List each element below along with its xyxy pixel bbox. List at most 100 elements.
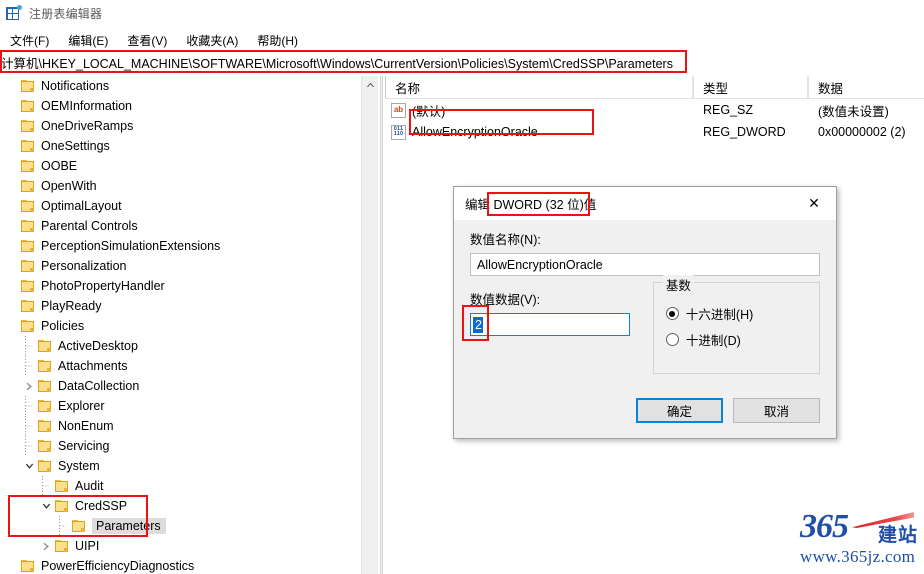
tree-item-powerefficiencydiagnostics[interactable]: PowerEfficiencyDiagnostics — [0, 556, 361, 574]
tree-indent-guide — [21, 336, 37, 356]
radio-unselected-icon — [665, 333, 679, 346]
chevron-right-icon[interactable] — [38, 536, 54, 556]
folder-icon — [20, 239, 36, 254]
tree-item-label: Parameters — [92, 518, 166, 534]
tree-item-policies[interactable]: Policies — [0, 316, 361, 336]
tree-item-servicing[interactable]: Servicing — [0, 436, 361, 456]
value-type-cell: REG_SZ — [703, 103, 754, 117]
table-row[interactable]: ab (默认) REG_SZ (数值未设置) — [385, 99, 924, 121]
tree-item-oobe[interactable]: OOBE — [0, 156, 361, 176]
folder-icon — [37, 379, 53, 394]
tree-item-label: UIPI — [75, 539, 100, 553]
tree-item-attachments[interactable]: Attachments — [0, 356, 361, 376]
folder-icon — [37, 359, 53, 374]
tree-item-parental-controls[interactable]: Parental Controls — [0, 216, 361, 236]
value-name-input[interactable]: AllowEncryptionOracle — [470, 253, 820, 276]
registry-editor-window: 注册表编辑器 文件(F) 编辑(E) 查看(V) 收藏夹(A) 帮助(H) 计算… — [0, 0, 924, 574]
value-name-label: 数值名称(N): — [470, 233, 541, 247]
tree-item-label: PowerEfficiencyDiagnostics — [41, 559, 195, 573]
value-data-cell: 0x00000002 (2) — [818, 125, 906, 139]
tree-item-playready[interactable]: PlayReady — [0, 296, 361, 316]
tree-indent-guide — [21, 436, 37, 456]
radio-hexadecimal[interactable]: 十六进制(H) — [665, 304, 809, 323]
base-group-label: 基数 — [662, 275, 694, 294]
column-header-name[interactable]: 名称 — [385, 76, 693, 98]
tree-item-label: NonEnum — [58, 419, 114, 433]
chevron-down-icon[interactable] — [38, 496, 54, 516]
tree-item-label: Audit — [75, 479, 104, 493]
folder-icon — [37, 419, 53, 434]
column-header-type[interactable]: 类型 — [693, 76, 808, 98]
folder-icon — [20, 219, 36, 234]
folder-icon — [37, 459, 53, 474]
tree-item-uipi[interactable]: UIPI — [0, 536, 361, 556]
folder-icon — [71, 519, 87, 534]
chevron-down-icon[interactable] — [21, 456, 37, 476]
tree-item-oeminformation[interactable]: OEMInformation — [0, 96, 361, 116]
tree-item-personalization[interactable]: Personalization — [0, 256, 361, 276]
tree-item-label: PlayReady — [41, 299, 102, 313]
tree-item-perceptionsimulationextensions[interactable]: PerceptionSimulationExtensions — [0, 236, 361, 256]
menu-help[interactable]: 帮助(H) — [248, 30, 307, 51]
address-bar[interactable]: 计算机\HKEY_LOCAL_MACHINE\SOFTWARE\Microsof… — [0, 52, 924, 72]
menu-edit[interactable]: 编辑(E) — [59, 30, 117, 51]
tree-indent-guide — [21, 416, 37, 436]
folder-icon — [37, 339, 53, 354]
radio-hexadecimal-label: 十六进制(H) — [685, 308, 754, 322]
radio-decimal[interactable]: 十进制(D) — [665, 330, 809, 349]
value-name-cell[interactable]: ab (默认) — [385, 101, 693, 120]
dialog-title-bar: 编辑 DWORD (32 位)值 ✕ — [454, 187, 836, 220]
tree-item-label: Personalization — [41, 259, 127, 273]
chevron-right-icon[interactable] — [21, 376, 37, 396]
table-row[interactable]: 011 110 AllowEncryptionOracle REG_DWORD … — [385, 121, 924, 143]
string-value-icon: ab — [391, 102, 406, 118]
tree-item-parameters[interactable]: Parameters — [0, 516, 361, 536]
tree-indent-guide — [21, 396, 37, 416]
tree-item-label: OneSettings — [41, 139, 110, 153]
tree-indent-guide — [4, 256, 20, 276]
tree-item-optimallayout[interactable]: OptimalLayout — [0, 196, 361, 216]
tree-item-explorer[interactable]: Explorer — [0, 396, 361, 416]
tree-item-onedriveramps[interactable]: OneDriveRamps — [0, 116, 361, 136]
value-data-text: 2 — [473, 316, 483, 333]
tree-indent-guide — [4, 156, 20, 176]
value-data-input[interactable]: 2 — [470, 313, 630, 336]
tree-item-nonenum[interactable]: NonEnum — [0, 416, 361, 436]
value-type-cell: REG_DWORD — [703, 125, 786, 139]
chevron-up-icon[interactable] — [362, 76, 379, 93]
dword-value-icon: 011 110 — [391, 124, 406, 140]
tree-item-onesettings[interactable]: OneSettings — [0, 136, 361, 156]
tree-item-activedesktop[interactable]: ActiveDesktop — [0, 336, 361, 356]
folder-icon — [20, 559, 36, 574]
tree-item-label: PhotoPropertyHandler — [41, 279, 165, 293]
tree-item-audit[interactable]: Audit — [0, 476, 361, 496]
column-header-data[interactable]: 数据 — [808, 76, 924, 98]
tree-item-label: System — [58, 459, 100, 473]
folder-icon — [20, 99, 36, 114]
value-name-cell[interactable]: 011 110 AllowEncryptionOracle — [385, 124, 693, 140]
menu-favorites[interactable]: 收藏夹(A) — [177, 30, 247, 51]
menu-file[interactable]: 文件(F) — [1, 30, 58, 51]
ok-button[interactable]: 确定 — [636, 398, 723, 423]
edit-dword-dialog: 编辑 DWORD (32 位)值 ✕ 数值名称(N): AllowEncrypt… — [453, 186, 837, 439]
folder-icon — [20, 319, 36, 334]
dialog-buttons: 确定 取消 — [454, 398, 836, 423]
tree-item-label: ActiveDesktop — [58, 339, 138, 353]
folder-icon — [54, 539, 70, 554]
cancel-button[interactable]: 取消 — [733, 398, 820, 423]
menu-view[interactable]: 查看(V) — [118, 30, 176, 51]
tree-vertical-scrollbar[interactable] — [361, 76, 378, 574]
tree-item-notifications[interactable]: Notifications — [0, 76, 361, 96]
tree-item-system[interactable]: System — [0, 456, 361, 476]
tree-item-datacollection[interactable]: DataCollection — [0, 376, 361, 396]
pane-splitter[interactable] — [380, 76, 383, 574]
address-path[interactable]: 计算机\HKEY_LOCAL_MACHINE\SOFTWARE\Microsof… — [0, 53, 673, 72]
registry-key-tree[interactable]: Notifications OEMInformation OneDriveRamps… — [0, 76, 361, 574]
folder-icon — [20, 179, 36, 194]
close-icon[interactable]: ✕ — [792, 188, 836, 220]
tree-item-credssp[interactable]: CredSSP — [0, 496, 361, 516]
value-name-text: (默认) — [412, 104, 446, 119]
tree-item-photopropertyhandler[interactable]: PhotoPropertyHandler — [0, 276, 361, 296]
tree-item-openwith[interactable]: OpenWith — [0, 176, 361, 196]
tree-indent-guide — [4, 116, 20, 136]
